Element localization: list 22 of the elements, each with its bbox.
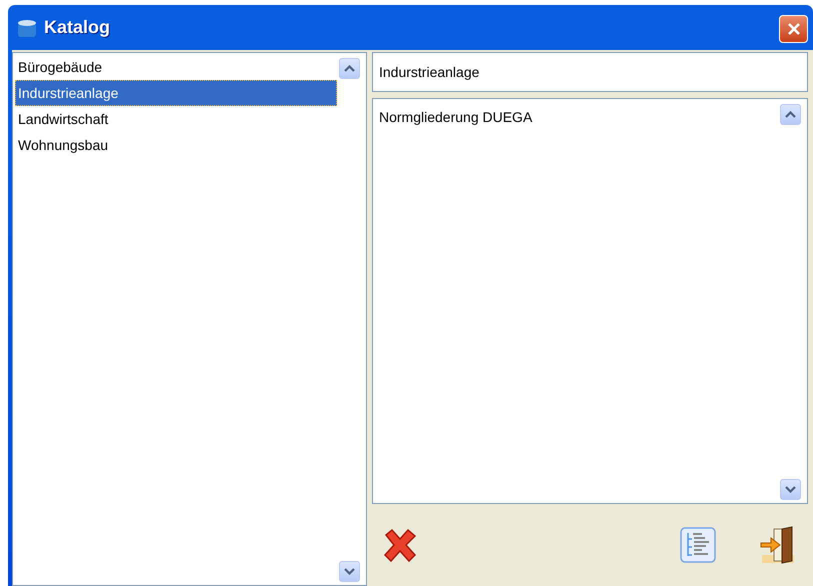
chevron-down-icon: [785, 486, 796, 493]
name-field[interactable]: Indurstrieanlage: [372, 52, 808, 92]
cross-icon: [382, 527, 418, 563]
scroll-down-button[interactable]: [339, 561, 360, 582]
delete-button[interactable]: [382, 527, 418, 563]
chevron-up-icon: [344, 65, 355, 72]
list-item[interactable]: Wohnungsbau: [15, 132, 337, 158]
list-item[interactable]: Normgliederung DUEGA: [379, 109, 774, 125]
box-icon: [16, 18, 38, 38]
scroll-up-button[interactable]: [339, 58, 360, 79]
tree-view-button[interactable]: [680, 527, 716, 563]
window-title: Katalog: [44, 17, 112, 38]
list-item[interactable]: Indurstrieanlage: [15, 80, 337, 106]
close-button[interactable]: [779, 14, 808, 42]
close-icon: [786, 20, 801, 36]
chevron-down-icon: [344, 568, 355, 575]
list-item[interactable]: Landwirtschaft: [15, 106, 337, 132]
tree-list-icon: [680, 527, 716, 563]
chevron-up-icon: [785, 111, 796, 118]
list-item[interactable]: Bürogebäude: [15, 54, 337, 80]
scroll-down-button[interactable]: [780, 479, 801, 500]
scroll-up-button[interactable]: [780, 104, 801, 125]
